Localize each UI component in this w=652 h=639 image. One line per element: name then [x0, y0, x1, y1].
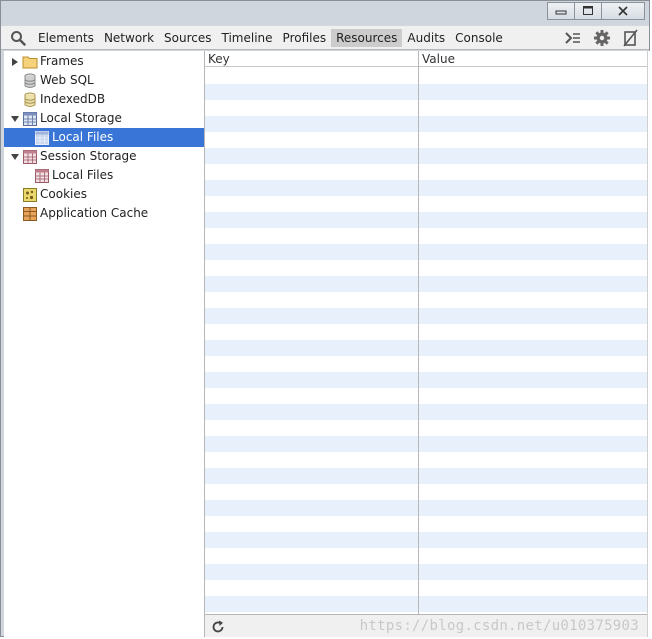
tab-network[interactable]: Network: [99, 29, 159, 47]
panel-tabs: Elements Network Sources Timeline Profil…: [33, 26, 508, 50]
sidebar-item-indexeddb[interactable]: IndexedDB: [4, 90, 204, 109]
grid-header: Key Value: [205, 51, 647, 67]
sidebar-item-cookies[interactable]: Cookies: [4, 185, 204, 204]
column-divider[interactable]: [418, 51, 419, 614]
table-icon: [22, 111, 38, 127]
column-header-value[interactable]: Value: [419, 51, 647, 67]
maximize-button[interactable]: [574, 2, 602, 20]
close-button[interactable]: [601, 2, 645, 20]
settings-button[interactable]: [592, 29, 612, 47]
table-icon: [22, 149, 38, 165]
resources-sidebar: Frames Web SQL IndexedDB Local Storage L…: [4, 51, 204, 637]
console-drawer-icon: [565, 32, 580, 44]
close-icon: [618, 6, 628, 16]
gear-icon: [594, 30, 610, 46]
devtools-toolbar: Elements Network Sources Timeline Profil…: [1, 25, 649, 50]
tab-timeline[interactable]: Timeline: [217, 29, 278, 47]
sidebar-item-local-storage[interactable]: Local Storage: [4, 109, 204, 128]
disclosure-collapsed-icon[interactable]: [10, 57, 20, 67]
sidebar-item-session-storage[interactable]: Session Storage: [4, 147, 204, 166]
sidebar-item-label: IndexedDB: [40, 92, 106, 106]
console-drawer-button[interactable]: [563, 29, 583, 47]
disclosure-expanded-icon[interactable]: [10, 152, 20, 162]
refresh-button[interactable]: [210, 619, 226, 635]
sidebar-item-frames[interactable]: Frames: [4, 52, 204, 71]
sidebar-item-label: Cookies: [40, 187, 87, 201]
tab-elements[interactable]: Elements: [33, 29, 99, 47]
watermark-text: https://blog.csdn.net/u010375903: [359, 618, 639, 634]
table-icon: [34, 168, 50, 184]
grid-body[interactable]: [205, 68, 647, 614]
sidebar-item-local-files[interactable]: Local Files: [4, 128, 204, 147]
folder-icon: [22, 54, 38, 70]
maximize-icon: [583, 6, 593, 15]
tab-profiles[interactable]: Profiles: [278, 29, 332, 47]
search-button[interactable]: [10, 30, 28, 48]
storage-data-grid[interactable]: Key Value: [205, 51, 647, 614]
sidebar-item-label: Session Storage: [40, 149, 137, 163]
refresh-icon: [212, 620, 224, 633]
window-controls: [547, 2, 645, 22]
cookie-icon: [22, 187, 38, 203]
tab-resources[interactable]: Resources: [331, 29, 403, 47]
app-cache-icon: [22, 206, 38, 222]
sidebar-item-label: Frames: [40, 54, 84, 68]
database-icon: [22, 73, 38, 89]
dock-button[interactable]: [621, 29, 641, 47]
dock-icon: [623, 29, 638, 47]
tab-sources[interactable]: Sources: [159, 29, 216, 47]
sidebar-item-application-cache[interactable]: Application Cache: [4, 204, 204, 223]
disclosure-expanded-icon[interactable]: [10, 114, 20, 124]
sidebar-item-session-local-files[interactable]: Local Files: [4, 166, 204, 185]
sidebar-item-web-sql[interactable]: Web SQL: [4, 71, 204, 90]
table-icon: [34, 130, 50, 146]
grid-right-edge: [647, 51, 651, 637]
column-header-key[interactable]: Key: [205, 51, 418, 67]
search-icon: [11, 31, 26, 46]
sidebar-item-label: Local Storage: [40, 111, 122, 125]
minimize-button[interactable]: [547, 2, 575, 20]
status-bar: https://blog.csdn.net/u010375903: [205, 614, 647, 637]
sidebar-item-label: Local Files: [52, 130, 114, 144]
sidebar-item-label: Local Files: [52, 168, 114, 182]
database-icon: [22, 92, 38, 108]
sidebar-item-label: Application Cache: [40, 206, 149, 220]
tab-audits[interactable]: Audits: [402, 29, 450, 47]
title-bar: [1, 1, 649, 25]
sidebar-item-label: Web SQL: [40, 73, 94, 87]
minimize-icon: [555, 10, 567, 15]
devtools-window: Elements Network Sources Timeline Profil…: [0, 0, 651, 637]
tab-console[interactable]: Console: [450, 29, 508, 47]
